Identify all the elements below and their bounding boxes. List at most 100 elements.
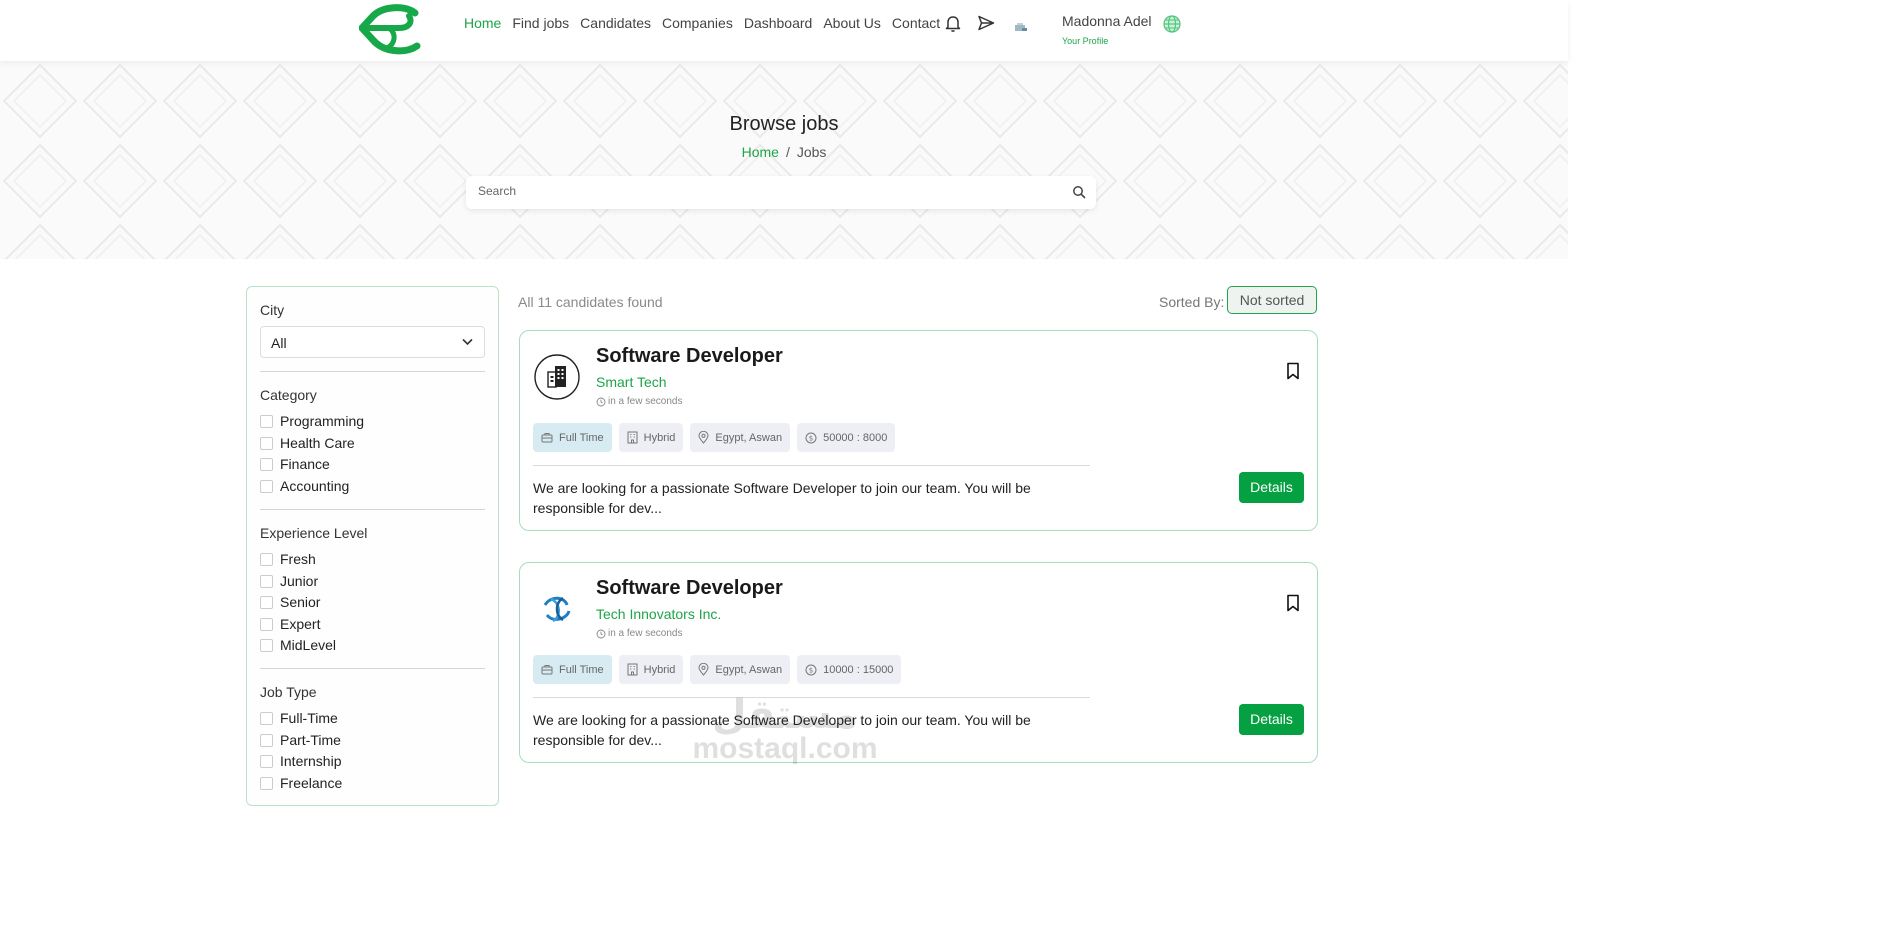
sorted-by-label: Sorted By: — [1159, 294, 1225, 310]
checkbox-programming[interactable]: Programming — [260, 413, 364, 429]
checkbox[interactable] — [260, 733, 273, 747]
search-icon[interactable] — [1072, 185, 1086, 199]
sort-dropdown[interactable]: Not sorted — [1227, 286, 1317, 314]
checkbox-health-care[interactable]: Health Care — [260, 435, 355, 451]
your-profile-link[interactable]: Your Profile — [1062, 36, 1108, 46]
checkbox-finance[interactable]: Finance — [260, 456, 330, 472]
checkbox[interactable] — [260, 479, 273, 493]
job-description: We are looking for a passionate Software… — [533, 712, 1031, 748]
job-type-text: Full Time — [559, 663, 604, 676]
main-nav: Home Find jobs Candidates Companies Dash… — [464, 14, 951, 32]
checkbox[interactable] — [260, 617, 273, 631]
checkbox[interactable] — [260, 457, 273, 471]
checkbox[interactable] — [260, 414, 273, 428]
avatar[interactable] — [1013, 20, 1029, 36]
checkbox-full-time[interactable]: Full-Time — [260, 710, 338, 726]
search-input[interactable] — [478, 184, 1058, 198]
clock-icon — [596, 397, 606, 406]
filters-sidebar: City All Category Programming Health Car… — [246, 286, 499, 806]
checkbox-expert[interactable]: Expert — [260, 616, 320, 632]
job-type-badge: Full Time — [533, 423, 612, 452]
checkbox-label: Accounting — [280, 478, 350, 494]
checkbox-fresh[interactable]: Fresh — [260, 551, 316, 567]
checkbox-senior[interactable]: Senior — [260, 594, 320, 610]
nav-dashboard[interactable]: Dashboard — [744, 14, 813, 32]
building-icon — [534, 354, 580, 400]
job-tags: Full Time Hybrid Egypt, Aswan $ 50000 : … — [533, 423, 902, 452]
logo-icon[interactable] — [359, 4, 425, 57]
checkbox-midlevel[interactable]: MidLevel — [260, 637, 336, 653]
city-filter-label: City — [260, 302, 285, 318]
checkbox[interactable] — [260, 574, 273, 588]
breadcrumb-home[interactable]: Home — [742, 144, 779, 160]
company-name[interactable]: Tech Innovators Inc. — [596, 606, 721, 622]
checkbox-label: MidLevel — [280, 637, 337, 653]
map-pin-icon — [698, 431, 709, 444]
nav-find-jobs[interactable]: Find jobs — [512, 14, 569, 32]
location-text: Egypt, Aswan — [715, 663, 783, 676]
work-mode-text: Hybrid — [643, 431, 676, 444]
page-title: Browse jobs — [729, 113, 839, 135]
bell-icon[interactable] — [943, 13, 963, 33]
location-text: Egypt, Aswan — [715, 431, 783, 444]
diamond-pattern-background — [0, 61, 1568, 259]
checkbox[interactable] — [260, 638, 273, 652]
checkbox-label: Freelance — [280, 775, 343, 791]
work-mode-badge: Hybrid — [618, 423, 684, 452]
nav-contact[interactable]: Contact — [892, 14, 940, 32]
job-type-text: Full Time — [559, 431, 604, 444]
svg-text:$: $ — [809, 434, 813, 442]
checkbox-label: Fresh — [280, 551, 316, 567]
checkbox-freelance[interactable]: Freelance — [260, 775, 342, 791]
clock-icon — [596, 629, 606, 638]
checkbox-junior[interactable]: Junior — [260, 573, 318, 589]
bookmark-icon[interactable] — [1284, 362, 1302, 380]
checkbox[interactable] — [260, 552, 273, 566]
company-name[interactable]: Smart Tech — [596, 374, 667, 390]
divider — [260, 668, 485, 669]
job-card[interactable]: Software Developer Smart Tech in a few s… — [519, 330, 1318, 531]
checkbox-label: Health Care — [280, 435, 355, 451]
nav-home[interactable]: Home — [464, 14, 501, 32]
location-badge: Egypt, Aswan — [690, 655, 791, 684]
posted-time: in a few seconds — [596, 396, 683, 407]
checkbox[interactable] — [260, 754, 273, 768]
checkbox[interactable] — [260, 436, 273, 450]
navbar: Home Find jobs Candidates Companies Dash… — [0, 0, 1568, 61]
checkbox-label: Internship — [280, 753, 342, 769]
checkbox-label: Full-Time — [280, 710, 338, 726]
salary-text: 10000 : 15000 — [823, 663, 894, 676]
details-button[interactable]: Details — [1239, 704, 1304, 735]
checkbox[interactable] — [260, 776, 273, 790]
checkbox-label: Programming — [280, 413, 365, 429]
breadcrumb: Home / Jobs — [0, 144, 1568, 160]
checkbox-internship[interactable]: Internship — [260, 753, 341, 769]
checkbox-part-time[interactable]: Part-Time — [260, 732, 341, 748]
posted-time-text: in a few seconds — [608, 628, 683, 639]
user-name[interactable]: Madonna Adel — [1062, 13, 1152, 29]
globe-icon[interactable] — [1162, 14, 1182, 34]
dollar-coin-icon: $ — [805, 432, 817, 443]
details-button[interactable]: Details — [1239, 472, 1304, 503]
checkbox-accounting[interactable]: Accounting — [260, 478, 349, 494]
send-icon[interactable] — [976, 13, 996, 33]
checkbox-label: Expert — [280, 616, 321, 632]
job-title[interactable]: Software Developer — [596, 577, 783, 600]
city-select-value: All — [271, 335, 287, 351]
divider — [260, 371, 485, 372]
category-filter-label: Category — [260, 387, 317, 403]
nav-about-us[interactable]: About Us — [823, 14, 881, 32]
posted-time: in a few seconds — [596, 628, 683, 639]
job-title[interactable]: Software Developer — [596, 345, 783, 368]
work-mode-text: Hybrid — [643, 663, 676, 676]
divider — [533, 465, 1090, 466]
job-card[interactable]: Software Developer Tech Innovators Inc. … — [519, 562, 1318, 763]
checkbox[interactable] — [260, 595, 273, 609]
checkbox-label: Finance — [280, 456, 330, 472]
nav-candidates[interactable]: Candidates — [580, 14, 651, 32]
checkbox[interactable] — [260, 711, 273, 725]
nav-companies[interactable]: Companies — [662, 14, 733, 32]
city-select[interactable]: All — [260, 326, 485, 358]
bookmark-icon[interactable] — [1284, 594, 1302, 612]
divider — [260, 509, 485, 510]
